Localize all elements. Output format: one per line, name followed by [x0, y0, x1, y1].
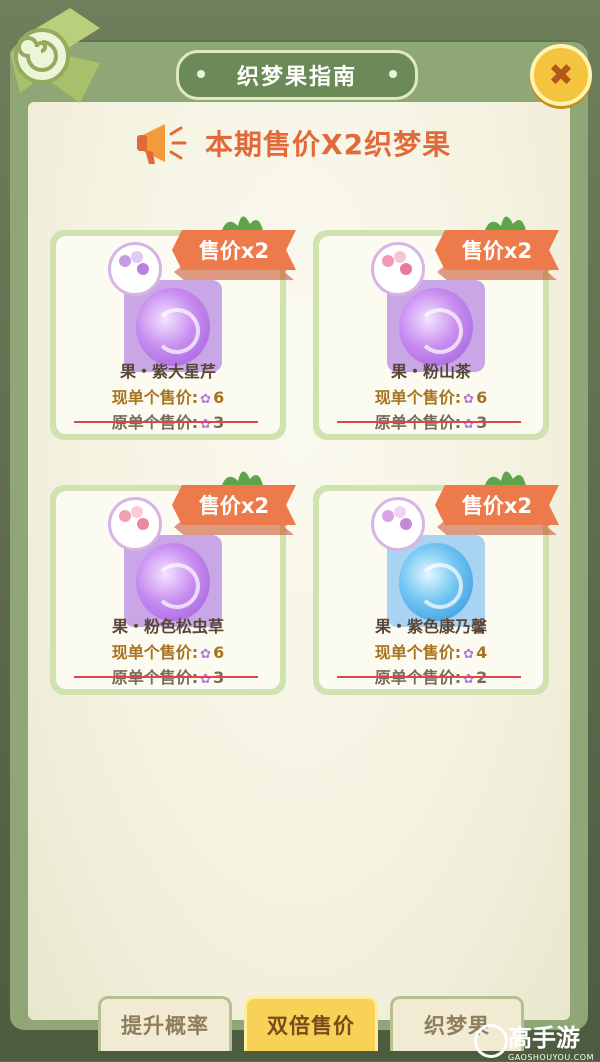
current-price-label: 现单个售价: — [111, 388, 199, 407]
strikethrough-line — [337, 676, 521, 678]
dialog-title-text: 织梦果指南 — [236, 65, 357, 90]
current-price: 现单个售价: ✿ 6 — [56, 639, 280, 663]
fruit-card[interactable]: 果・粉色松虫草 现单个售价:✿6 原单个售价:✿3 售价x2 — [50, 471, 296, 695]
promo-banner: 本期售价X2织梦果 — [135, 118, 475, 168]
butterfly-icon: ✿ — [463, 647, 475, 662]
close-button[interactable]: ✖ — [530, 44, 592, 106]
current-price: 现单个售价: ✿ 6 — [56, 384, 280, 408]
swirl-icon — [417, 308, 463, 354]
fruit-icon — [399, 288, 473, 366]
current-price-value: 6 — [476, 388, 488, 407]
promo-text: 本期售价X2织梦果 — [205, 128, 452, 161]
tab-label: 提升概率 — [121, 1014, 209, 1038]
dialog-title: 织梦果指南 — [176, 50, 418, 100]
butterfly-icon: ✿ — [463, 672, 475, 687]
butterfly-icon: ✿ — [200, 417, 212, 432]
swirl-icon — [154, 308, 200, 354]
fruit-icon — [136, 543, 210, 621]
fruit-name: 果・紫色康乃馨 — [374, 617, 487, 636]
close-icon: ✖ — [548, 57, 574, 93]
watermark-logo-icon — [474, 1024, 508, 1058]
current-price-label: 现单个售价: — [374, 388, 462, 407]
fruit-name: 果・粉山茶 — [390, 362, 471, 381]
fruit-icon — [399, 543, 473, 621]
strikethrough-line — [74, 676, 258, 678]
swirl-icon — [417, 563, 463, 609]
flower-icon — [371, 497, 425, 551]
flower-icon — [371, 242, 425, 296]
current-price-value: 4 — [476, 643, 488, 662]
price-x2-tag: 售价x2 — [435, 230, 559, 270]
fruit-card[interactable]: 果・紫大星芹 现单个售价:✿6 原单个售价:✿3 售价x2 — [50, 216, 296, 440]
current-price-label: 现单个售价: — [374, 643, 462, 662]
current-price-value: 6 — [213, 643, 225, 662]
current-price: 现单个售价: ✿ 4 — [319, 639, 543, 663]
fruit-icon — [136, 288, 210, 366]
price-x2-tag: 售价x2 — [172, 230, 296, 270]
price-x2-tag: 售价x2 — [172, 485, 296, 525]
watermark-title: 高手游 — [508, 1024, 580, 1052]
current-price: 现单个售价: ✿ 6 — [319, 384, 543, 408]
fruit-name: 果・粉色松虫草 — [111, 617, 224, 636]
current-price-label: 现单个售价: — [111, 643, 199, 662]
title-dot-right — [389, 70, 397, 78]
strikethrough-line — [337, 421, 521, 423]
fruit-name: 果・紫大星芹 — [119, 362, 216, 381]
megaphone-icon — [137, 124, 187, 164]
flower-icon — [108, 497, 162, 551]
price-x2-tag: 售价x2 — [435, 485, 559, 525]
fruit-card[interactable]: 果・粉山茶 现单个售价:✿6 原单个售价:✿3 售价x2 — [313, 216, 559, 440]
tab-label: 双倍售价 — [267, 1014, 355, 1038]
flower-icon — [108, 242, 162, 296]
butterfly-icon: ✿ — [200, 647, 212, 662]
watermark: 高手游 GAOSHOUYOU.COM — [470, 1018, 598, 1062]
butterfly-icon: ✿ — [463, 392, 475, 407]
tab-increase-probability[interactable]: 提升概率 — [98, 996, 232, 1051]
strikethrough-line — [74, 421, 258, 423]
title-dot-left — [197, 70, 205, 78]
fruit-card[interactable]: 果・紫色康乃馨 现单个售价:✿4 原单个售价:✿2 售价x2 — [313, 471, 559, 695]
current-price-value: 6 — [213, 388, 225, 407]
swirl-icon — [154, 563, 200, 609]
tab-double-price[interactable]: 双倍售价 — [244, 996, 378, 1051]
butterfly-icon: ✿ — [200, 392, 212, 407]
butterfly-icon: ✿ — [200, 672, 212, 687]
bow-ribbon-icon — [10, 8, 100, 103]
butterfly-icon: ✿ — [463, 417, 475, 432]
